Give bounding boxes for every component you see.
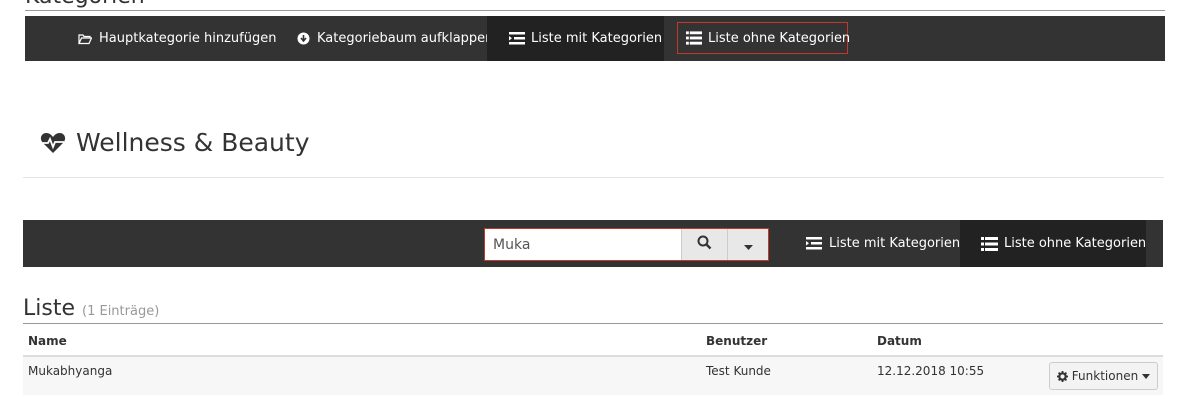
functions-dropdown-button[interactable]: Funktionen — [1049, 362, 1158, 390]
list-heading-text: Liste — [23, 296, 75, 321]
table-row — [23, 357, 1163, 395]
entry-count: (1 Einträge) — [82, 304, 160, 319]
cell-user: Test Kunde — [706, 364, 771, 378]
category-title: Wellness & Beauty — [40, 128, 309, 157]
tab-list-without-categories-label: Liste ohne Kategorien — [708, 30, 851, 46]
search-button[interactable] — [681, 229, 727, 260]
circle-arrow-down-icon — [295, 32, 311, 45]
expand-category-tree-button[interactable]: Kategoriebaum aufklappen — [295, 16, 493, 61]
list-tab-without-categories-label: Liste ohne Kategorien — [1004, 236, 1147, 251]
list-icon — [686, 31, 702, 45]
list-divider — [23, 323, 1163, 324]
list-tab-with-categories-label: Liste mit Kategorien — [829, 236, 961, 251]
list-toolbar: Liste mit Kategorien Liste ohne Kategori… — [23, 220, 1163, 267]
list-tab-with-categories[interactable]: Liste mit Kategorien — [805, 220, 960, 267]
cell-name: Mukabhyanga — [28, 364, 113, 378]
column-header-name[interactable]: Name — [28, 334, 67, 348]
expand-category-tree-label: Kategoriebaum aufklappen — [317, 31, 494, 46]
category-title-text: Wellness & Beauty — [76, 128, 310, 157]
category-divider — [23, 177, 1164, 178]
search-options-dropdown[interactable] — [727, 229, 768, 260]
list-heading: Liste (1 Einträge) — [23, 296, 159, 325]
list-icon — [981, 236, 998, 251]
add-main-category-button[interactable]: Hauptkategorie hinzufügen — [77, 16, 276, 61]
caret-down-icon — [1142, 373, 1151, 379]
heading-divider — [25, 10, 1165, 11]
column-header-user[interactable]: Benutzer — [706, 334, 767, 348]
search-input[interactable] — [485, 229, 681, 260]
tab-list-with-categories[interactable]: Liste mit Kategorien — [487, 16, 664, 61]
search-group — [484, 228, 769, 261]
tab-list-without-categories[interactable]: Liste ohne Kategorien — [677, 22, 851, 54]
folder-open-icon — [77, 33, 93, 45]
indented-list-icon — [509, 32, 525, 45]
column-header-date[interactable]: Datum — [877, 334, 922, 348]
list-tab-without-categories[interactable]: Liste ohne Kategorien — [960, 220, 1146, 267]
heartbeat-icon — [40, 132, 66, 154]
cell-date: 12.12.2018 10:55 — [877, 364, 985, 378]
caret-down-icon — [743, 235, 753, 254]
functions-label: Funktionen — [1071, 369, 1139, 383]
add-main-category-label: Hauptkategorie hinzufügen — [99, 31, 277, 46]
tab-list-with-categories-label: Liste mit Kategorien — [531, 31, 663, 46]
indented-list-icon — [805, 237, 823, 250]
gear-icon — [1056, 370, 1068, 382]
page-heading: Kategorien — [25, 0, 145, 8]
search-icon — [697, 235, 712, 254]
category-toolbar: Hauptkategorie hinzufügen Kategoriebaum … — [25, 16, 1165, 61]
